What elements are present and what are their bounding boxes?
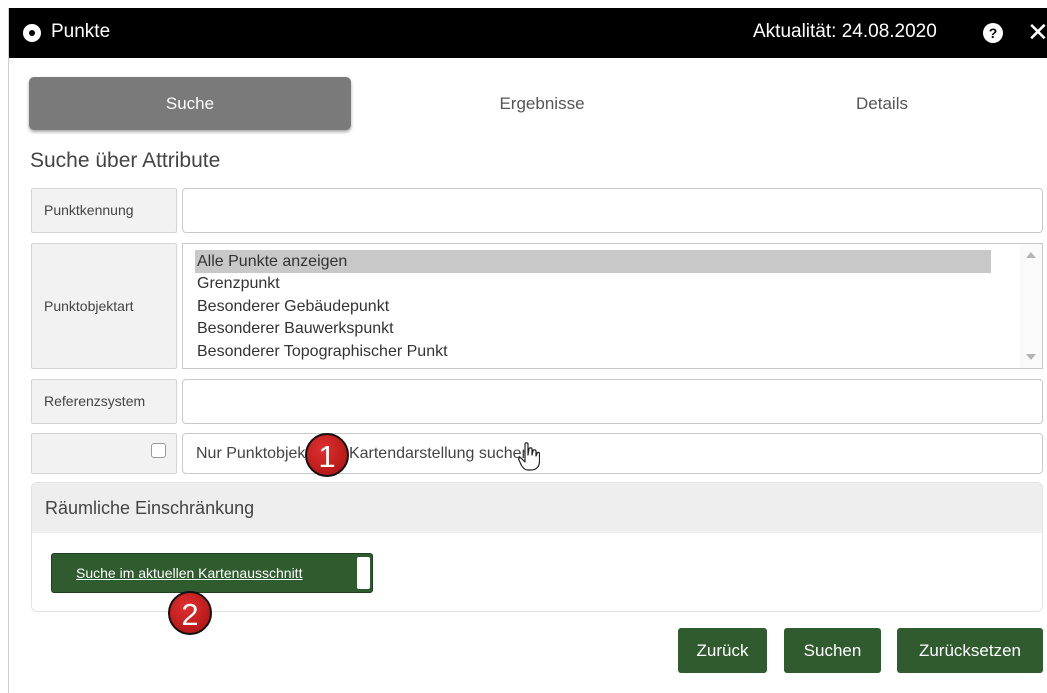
hand-cursor-icon xyxy=(518,442,540,471)
punktkennung-label: Punktkennung xyxy=(31,188,177,233)
list-item[interactable]: Alle Punkte anzeigen xyxy=(195,250,991,273)
list-item[interactable]: Besonderer Gebäudepunkt xyxy=(195,295,991,318)
kartendarstellung-checkbox-label[interactable]: Nur Punktobjekte mit Kartendarstellung s… xyxy=(196,445,530,463)
list-item[interactable]: Besonderer Bauwerkspunkt xyxy=(195,317,991,340)
tab-suche[interactable]: Suche xyxy=(29,77,351,130)
list-item[interactable]: Grenzpunkt xyxy=(195,272,991,295)
scroll-down-arrow-icon[interactable] xyxy=(1026,354,1036,360)
section-heading: Suche über Attribute xyxy=(30,149,221,172)
panel-title: Räumliche Einschränkung xyxy=(45,498,255,518)
back-button[interactable]: Zurück xyxy=(678,628,767,673)
annotation-marker-1: 1 xyxy=(305,433,349,477)
data-date-label: Aktualität: 24.08.2020 xyxy=(753,21,937,42)
punktobjektart-label: Punktobjektart xyxy=(31,243,177,369)
referenzsystem-input[interactable] xyxy=(182,379,1043,424)
radio-point-icon xyxy=(23,24,41,42)
search-current-map-extent-button[interactable]: Suche im aktuellen Kartenausschnitt xyxy=(51,553,373,593)
referenzsystem-label: Referenzsystem xyxy=(31,379,177,424)
points-dialog: Punkte Aktualität: 24.08.2020 ? ✕ Suche … xyxy=(8,8,1047,693)
window-title: Punkte xyxy=(51,21,111,42)
search-button[interactable]: Suchen xyxy=(784,628,881,673)
toggle-handle[interactable] xyxy=(357,557,370,589)
listbox-scrollbar[interactable] xyxy=(1020,244,1042,368)
list-item[interactable]: Besonderer Topographischer Punkt xyxy=(195,340,991,363)
punktobjektart-listbox[interactable]: Alle Punkte anzeigen Grenzpunkt Besonder… xyxy=(182,243,1043,369)
punktkennung-input[interactable] xyxy=(182,188,1043,233)
kartendarstellung-checkbox[interactable] xyxy=(151,443,166,458)
reset-button[interactable]: Zurücksetzen xyxy=(897,628,1043,673)
tab-details[interactable]: Details xyxy=(721,77,1043,130)
search-current-map-extent-label[interactable]: Suche im aktuellen Kartenausschnitt xyxy=(76,565,302,581)
annotation-marker-2: 2 xyxy=(168,591,212,635)
scroll-up-arrow-icon[interactable] xyxy=(1026,252,1036,258)
help-icon[interactable]: ? xyxy=(983,23,1003,43)
close-icon[interactable]: ✕ xyxy=(1027,18,1047,46)
title-bar: Punkte Aktualität: 24.08.2020 ? ✕ xyxy=(9,8,1047,58)
panel-header: Räumliche Einschränkung xyxy=(32,483,1042,533)
tab-ergebnisse[interactable]: Ergebnisse xyxy=(381,77,703,130)
